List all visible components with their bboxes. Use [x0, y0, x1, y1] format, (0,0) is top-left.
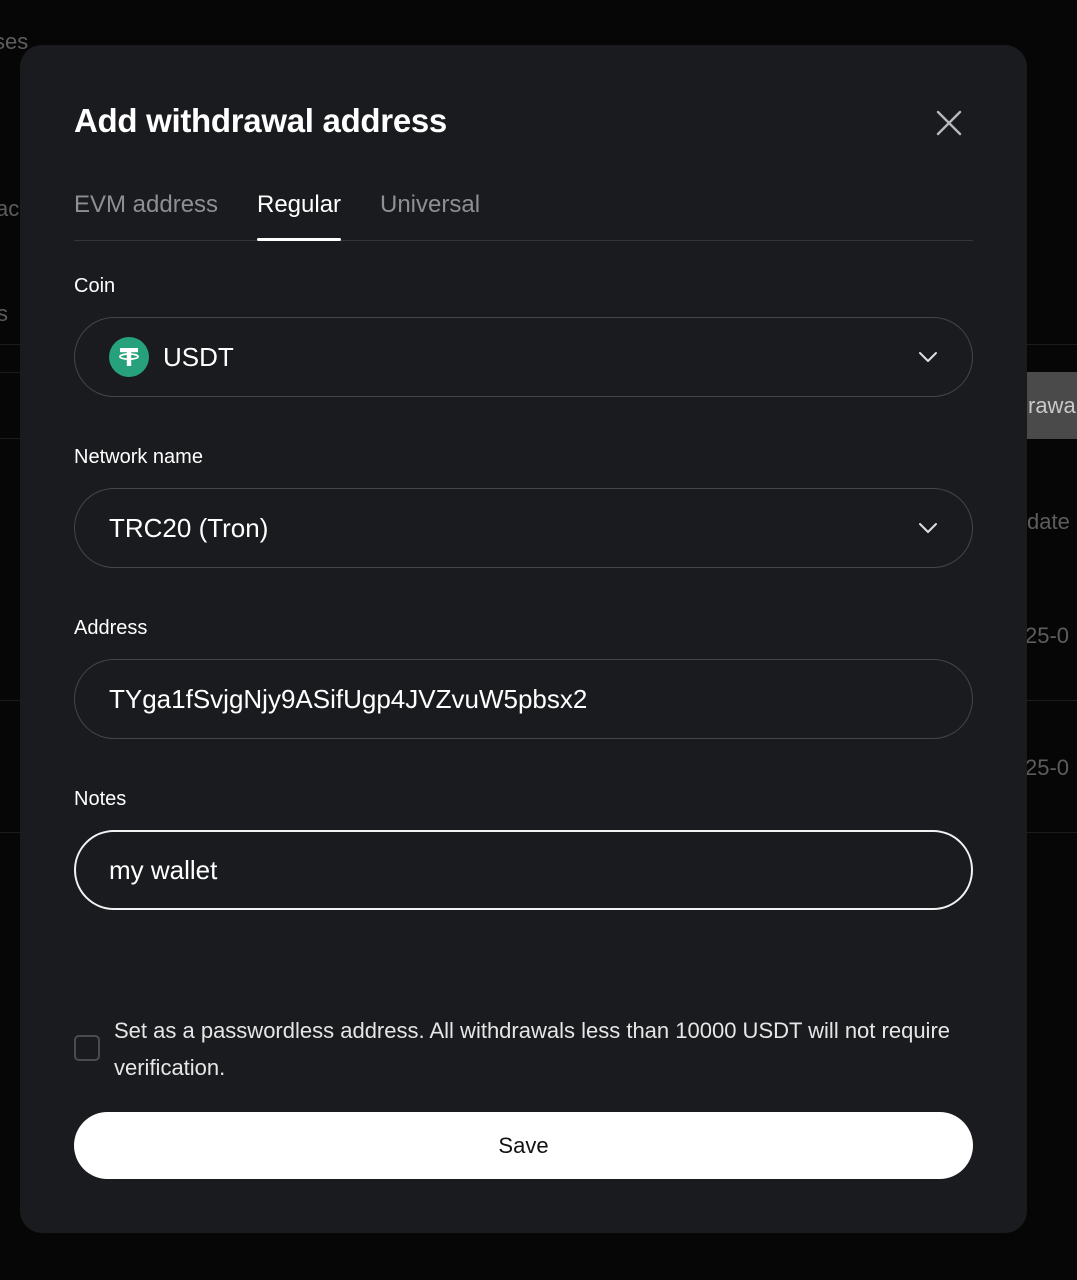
tether-icon	[109, 337, 149, 377]
add-withdrawal-address-dialog: Add withdrawal address EVM address Regul…	[20, 45, 1027, 1233]
coin-value: USDT	[163, 341, 234, 372]
page: ses ac s rawa date 25-0 25-0 Add withdra…	[0, 0, 1077, 1280]
background-text-fragment: 25-0	[1025, 623, 1070, 648]
background-divider	[0, 832, 22, 833]
tab-regular[interactable]: Regular	[257, 191, 342, 241]
background-divider	[0, 700, 22, 701]
coin-select[interactable]: USDT	[74, 317, 973, 397]
notes-label: Notes	[74, 788, 127, 810]
notes-field[interactable]	[74, 830, 973, 910]
background-divider	[0, 438, 22, 439]
address-type-tabs: EVM address Regular Universal	[74, 191, 973, 241]
dialog-title: Add withdrawal address	[74, 102, 447, 139]
close-icon	[936, 110, 962, 136]
tab-evm-address[interactable]: EVM address	[74, 191, 218, 240]
background-text-fragment: 25-0	[1025, 755, 1070, 780]
address-input[interactable]	[109, 683, 938, 715]
address-field[interactable]	[74, 659, 973, 739]
address-label: Address	[74, 617, 148, 639]
background-withdrawal-button[interactable]: rawa	[1026, 372, 1077, 439]
background-text-fragment: date	[1027, 509, 1070, 534]
background-text-fragment: ac	[0, 196, 20, 221]
notes-input[interactable]	[109, 854, 937, 886]
passwordless-checkbox[interactable]	[74, 1035, 100, 1061]
background-text-fragment: ses	[0, 29, 29, 54]
network-label: Network name	[74, 446, 203, 468]
close-button[interactable]	[933, 107, 965, 139]
chevron-down-icon	[919, 352, 937, 362]
background-divider	[1027, 700, 1077, 701]
background-text-fragment: s	[0, 301, 8, 326]
coin-label: Coin	[74, 275, 116, 297]
background-divider	[1027, 344, 1077, 345]
passwordless-label[interactable]: Set as a passwordless address. All withd…	[114, 1012, 974, 1086]
tab-universal[interactable]: Universal	[380, 191, 480, 240]
network-select[interactable]: TRC20 (Tron)	[74, 488, 973, 568]
save-button[interactable]: Save	[74, 1112, 973, 1179]
background-divider	[1027, 832, 1077, 833]
chevron-down-icon	[919, 523, 937, 533]
network-value: TRC20 (Tron)	[109, 512, 269, 543]
background-divider	[0, 372, 22, 373]
background-divider	[0, 344, 22, 345]
